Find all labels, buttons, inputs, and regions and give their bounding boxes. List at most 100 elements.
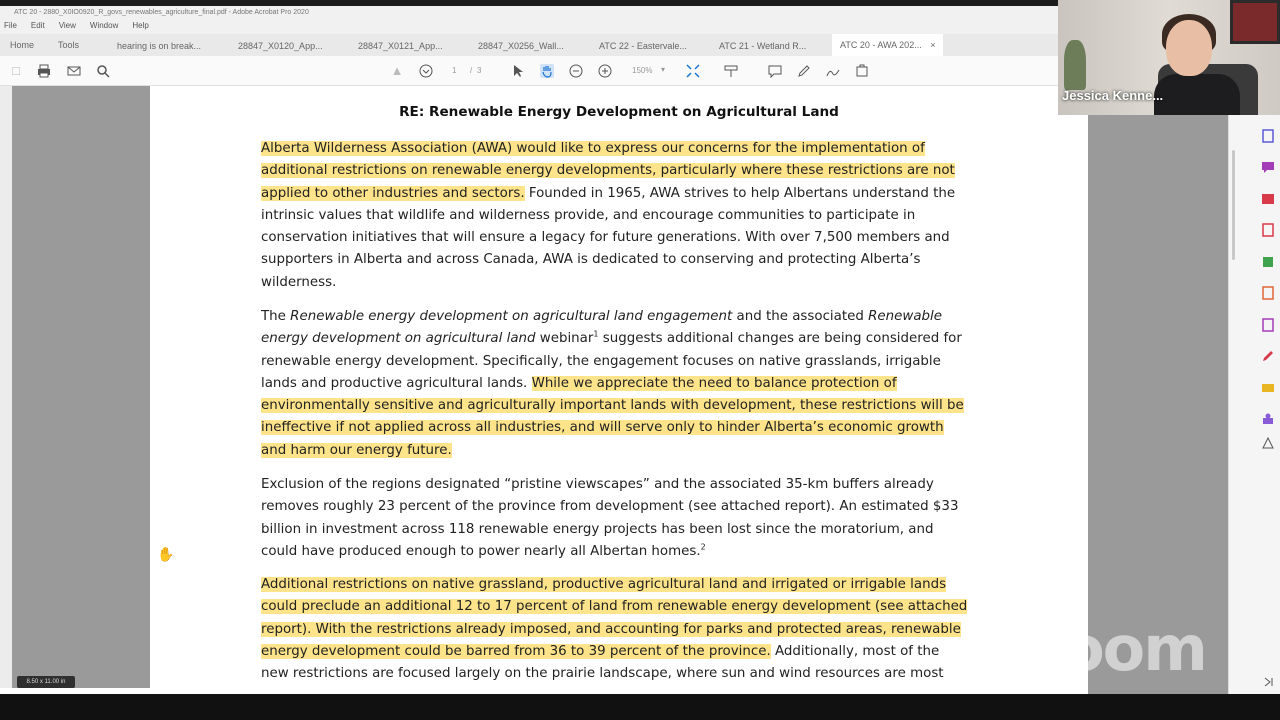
hand-tool-icon[interactable]	[540, 64, 554, 78]
scrollbar[interactable]	[1232, 150, 1235, 260]
body-text: The	[261, 309, 291, 324]
body-text: lands and productive agricultural lands.	[261, 375, 532, 391]
text-line: billion in investment across 118 renewab…	[261, 521, 934, 537]
combine-files-icon[interactable]	[1261, 223, 1275, 237]
tab-document-6[interactable]: ATC 21 - Wetland R...	[719, 41, 806, 51]
zoom-watermark: zoom	[1028, 612, 1208, 685]
zoom-level-select[interactable]: 150%	[632, 66, 652, 75]
highlighted-text: energy development could be barred from …	[261, 643, 771, 659]
create-pdf-icon[interactable]	[1261, 192, 1275, 206]
text-line: additional restrictions on renewable ene…	[261, 160, 981, 182]
email-icon[interactable]	[67, 64, 81, 78]
highlighted-text: ineffective if not applied across all in…	[261, 420, 944, 436]
highlighted-text: could preclude an additional 12 to 17 pe…	[261, 599, 968, 615]
text-line: environmentally sensitive and agricultur…	[261, 395, 981, 417]
text-line: intrinsic values that wildlife and wilde…	[261, 207, 916, 223]
comment-tool-icon[interactable]	[1261, 160, 1275, 174]
menu-bar: File Edit View Window Help	[0, 20, 1058, 34]
menu-help[interactable]: Help	[132, 21, 148, 33]
tab-document-active[interactable]: ATC 20 - AWA 202... ×	[832, 34, 944, 56]
document-margin-right	[1088, 90, 1228, 694]
highlighted-text: While we appreciate the need to balance …	[531, 375, 897, 391]
send-for-review-icon[interactable]	[1261, 381, 1275, 395]
highlighted-text: report). With the restrictions already i…	[261, 621, 961, 637]
zoom-out-icon[interactable]	[569, 64, 583, 78]
paragraph-2: The Renewable energy development on agri…	[261, 306, 981, 462]
fill-sign-icon[interactable]	[1261, 349, 1275, 363]
text-line: could preclude an additional 12 to 17 pe…	[261, 596, 981, 618]
body-text: webinar	[535, 331, 594, 347]
text-line: wilderness.	[261, 274, 337, 290]
sign-icon[interactable]	[826, 64, 840, 78]
text-line: renewable energy development. Specifical…	[261, 353, 941, 369]
page-separator: /	[470, 66, 473, 75]
text-line: applied to other industries and sectors.…	[261, 183, 981, 205]
text-line: energy development on agricultural land …	[261, 328, 981, 350]
fit-page-icon[interactable]	[686, 64, 700, 78]
participant-body	[1154, 74, 1240, 115]
collapse-panel-icon[interactable]	[1261, 675, 1275, 689]
stamp-icon[interactable]	[855, 64, 869, 78]
footnote-ref[interactable]: 2	[701, 542, 706, 551]
text-line: removes roughly 23 percent of the provin…	[261, 499, 959, 515]
highlighted-text: applied to other industries and sectors.	[261, 185, 525, 201]
text-line: The Renewable energy development on agri…	[261, 306, 981, 328]
comment-icon[interactable]	[768, 64, 782, 79]
tab-home[interactable]: Home	[10, 40, 34, 50]
text-line: energy development could be barred from …	[261, 641, 981, 663]
page-number-input[interactable]: 1	[452, 66, 456, 75]
body-text: Founded in 1965, AWA strives to help Alb…	[524, 185, 956, 201]
pen-icon[interactable]	[797, 64, 811, 78]
tab-close-icon[interactable]: ×	[930, 40, 935, 50]
create-icon[interactable]: □	[9, 64, 23, 78]
left-panel-edge[interactable]	[0, 86, 12, 688]
export-pdf-icon[interactable]	[1261, 129, 1275, 143]
italic-text: Renewable energy development on agricult…	[290, 309, 733, 324]
window-title: ATC 20 - 2880_X0IO0920_R_govs_renewables…	[0, 6, 1058, 20]
print-icon[interactable]	[37, 64, 51, 78]
paragraph-3: Exclusion of the regions designated “pri…	[261, 474, 981, 563]
zoom-in-icon[interactable]	[598, 64, 612, 78]
highlighted-text: Additional restrictions on native grassl…	[261, 577, 947, 592]
chevron-down-icon[interactable]: ▾	[661, 65, 665, 74]
protect-icon[interactable]	[1261, 318, 1275, 332]
stamp-tool-icon[interactable]	[1261, 412, 1275, 426]
more-tools-icon[interactable]	[1261, 436, 1275, 450]
plant	[1064, 40, 1086, 90]
next-page-icon[interactable]	[419, 64, 433, 78]
text-line: lands and productive agricultural lands.…	[261, 373, 981, 395]
text-line: conservation initiatives that will ensur…	[261, 230, 950, 246]
text-line: Exclusion of the regions designated “pri…	[261, 477, 934, 492]
highlighted-text: and harm our energy future.	[261, 442, 452, 458]
scroll-mode-icon[interactable]	[724, 64, 738, 78]
body-text: could have produced enough to power near…	[261, 543, 701, 559]
tab-document-3[interactable]: 28847_X0121_App...	[358, 41, 443, 51]
document-margin-left	[12, 86, 150, 688]
edit-pdf-icon[interactable]	[1261, 286, 1275, 300]
body-text: suggests additional changes are being co…	[598, 331, 962, 347]
prev-page-icon[interactable]: ▲	[390, 64, 404, 78]
paragraph-4: Additional restrictions on native grassl…	[261, 574, 981, 685]
menu-window[interactable]: Window	[90, 21, 118, 33]
menu-edit[interactable]: Edit	[31, 21, 45, 33]
text-line: and harm our energy future.	[261, 440, 981, 462]
menu-view[interactable]: View	[59, 21, 76, 33]
select-arrow-icon[interactable]	[511, 64, 525, 78]
tab-document-5[interactable]: ATC 22 - Eastervale...	[599, 41, 687, 51]
tab-document-2[interactable]: 28847_X0120_App...	[238, 41, 323, 51]
highlighted-text: Alberta Wilderness Association (AWA) wou…	[261, 141, 925, 156]
tab-document-1[interactable]: hearing is on break...	[117, 41, 201, 51]
menu-file[interactable]: File	[4, 21, 17, 33]
highlighted-text: environmentally sensitive and agricultur…	[261, 398, 964, 414]
tab-active-label: ATC 20 - AWA 202...	[840, 40, 922, 50]
tab-tools[interactable]: Tools	[58, 40, 79, 50]
organize-pages-icon[interactable]	[1261, 255, 1275, 269]
paragraph-1: Alberta Wilderness Association (AWA) wou…	[261, 138, 981, 294]
text-line: could have produced enough to power near…	[261, 541, 981, 563]
hand-cursor-icon: ✋	[157, 546, 175, 562]
page-total: 3	[477, 66, 482, 75]
tab-document-4[interactable]: 28847_X0256_Wall...	[478, 41, 564, 51]
page-size-indicator: 8.50 x 11.00 in	[17, 676, 75, 688]
participant-name: Jessica Kenne...	[1062, 88, 1164, 103]
search-icon[interactable]	[96, 64, 110, 78]
